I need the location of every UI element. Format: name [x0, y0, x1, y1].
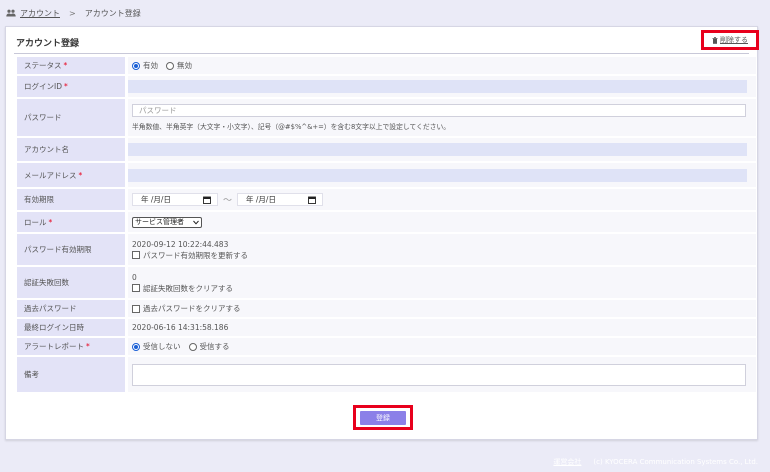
alert-report-label: アラートレポート * [17, 338, 125, 355]
login-id-cell [128, 76, 756, 97]
update-expiry-checkbox[interactable]: パスワード有効期限を更新する [132, 250, 756, 261]
validity-start-input[interactable]: 年 /月/日 [132, 193, 218, 206]
password-expiry-value: 2020-09-12 10:22:44.483 [132, 239, 229, 249]
password-hint: 半角数値、半角英字（大文字・小文字）、記号（@#$%^&+=）を含む8文字以上で… [132, 123, 451, 131]
delete-button-label: 削除する [720, 36, 748, 44]
account-register-panel: アカウント登録 削除する ステータス * 有効 無効 ログインID * パスワー… [5, 26, 759, 440]
breadcrumb: アカウント > アカウント登録 [6, 7, 141, 19]
role-label: ロール * [17, 212, 125, 232]
row-last-login: 最終ログイン日時 2020-06-16 14:31:58.186 [17, 319, 756, 336]
clear-past-password-checkbox[interactable]: 過去パスワードをクリアする [132, 303, 756, 314]
last-login-label: 最終ログイン日時 [17, 319, 125, 336]
row-account-name: アカウント名 [17, 138, 756, 161]
account-name-label: アカウント名 [17, 138, 125, 161]
calendar-icon[interactable] [203, 196, 211, 204]
status-label: ステータス * [17, 57, 125, 74]
password-expiry-label: パスワード有効期限 [17, 234, 125, 265]
status-active-radio[interactable]: 有効 [132, 60, 158, 71]
auth-failures-label: 認証失敗回数 [17, 267, 125, 298]
email-cell [128, 163, 756, 187]
password-input[interactable]: パスワード [132, 104, 746, 117]
row-status: ステータス * 有効 無効 [17, 57, 756, 74]
row-alert-report: アラートレポート * 受信しない 受信する [17, 338, 756, 355]
auth-failures-cell: 0 認証失敗回数をクリアする [128, 267, 756, 298]
alert-receive-radio[interactable]: 受信する [188, 341, 230, 352]
account-name-input[interactable] [128, 143, 747, 156]
password-expiry-cell: 2020-09-12 10:22:44.483 パスワード有効期限を更新する [128, 234, 756, 265]
validity-label: 有効期限 [17, 189, 125, 210]
past-password-cell: 過去パスワードをクリアする [128, 300, 756, 317]
copyright: (c) KYOCERA Communication Systems Co., L… [593, 457, 758, 466]
password-cell: パスワード 半角数値、半角英字（大文字・小文字）、記号（@#$%^&+=）を含む… [128, 99, 756, 136]
notes-textarea[interactable] [132, 363, 746, 386]
title-divider [14, 53, 749, 54]
row-password-expiry: パスワード有効期限 2020-09-12 10:22:44.483 パスワード有… [17, 234, 756, 265]
status-value: 有効 無効 [128, 57, 756, 74]
last-login-value: 2020-06-16 14:31:58.186 [132, 323, 229, 332]
status-inactive-radio[interactable]: 無効 [166, 60, 192, 71]
chevron-down-icon [193, 220, 199, 225]
auth-failures-value: 0 [132, 272, 137, 282]
past-password-label: 過去パスワード [17, 300, 125, 317]
login-id-label: ログインID * [17, 76, 125, 97]
delete-button[interactable]: 削除する [701, 30, 759, 50]
role-select[interactable]: サービス管理者 [132, 216, 202, 228]
page-title: アカウント登録 [16, 39, 80, 49]
password-label: パスワード [17, 99, 125, 136]
footer: 運営会社 (c) KYOCERA Communication Systems C… [0, 451, 770, 472]
role-cell: サービス管理者 [128, 212, 756, 232]
row-login-id: ログインID * [17, 76, 756, 97]
submit-button[interactable]: 登録 [360, 410, 406, 425]
validity-cell: 年 /月/日 ～ 年 /月/日 [128, 189, 756, 210]
row-role: ロール * サービス管理者 [17, 212, 756, 232]
row-email: メールアドレス * [17, 163, 756, 187]
breadcrumb-current: アカウント登録 [84, 8, 141, 18]
last-login-cell: 2020-06-16 14:31:58.186 [128, 319, 756, 336]
row-auth-failures: 認証失敗回数 0 認証失敗回数をクリアする [17, 267, 756, 298]
notes-cell [128, 357, 756, 392]
account-name-cell [128, 138, 756, 161]
notes-label: 備考 [17, 357, 125, 392]
validity-end-input[interactable]: 年 /月/日 [237, 193, 324, 206]
account-form: ステータス * 有効 無効 ログインID * パスワード パスワード 半角数値、半角… [17, 57, 756, 394]
submit-highlight: 登録 [353, 405, 413, 430]
breadcrumb-separator: > [69, 8, 76, 18]
clear-failures-checkbox[interactable]: 認証失敗回数をクリアする [132, 283, 756, 294]
users-icon [6, 9, 16, 17]
date-separator: ～ [223, 196, 233, 206]
trash-icon [712, 36, 718, 44]
calendar-icon[interactable] [308, 196, 316, 204]
breadcrumb-home-link[interactable]: アカウント [20, 8, 60, 19]
alert-report-cell: 受信しない 受信する [128, 338, 756, 355]
email-label: メールアドレス * [17, 163, 125, 187]
login-id-input[interactable] [128, 80, 747, 93]
alert-no-receive-radio[interactable]: 受信しない [132, 341, 181, 352]
row-validity: 有効期限 年 /月/日 ～ 年 /月/日 [17, 189, 756, 210]
row-past-password: 過去パスワード 過去パスワードをクリアする [17, 300, 756, 317]
email-input[interactable] [128, 168, 747, 182]
row-notes: 備考 [17, 357, 756, 392]
company-link[interactable]: 運営会社 [553, 457, 581, 467]
row-password: パスワード パスワード 半角数値、半角英字（大文字・小文字）、記号（@#$%^&… [17, 99, 756, 136]
